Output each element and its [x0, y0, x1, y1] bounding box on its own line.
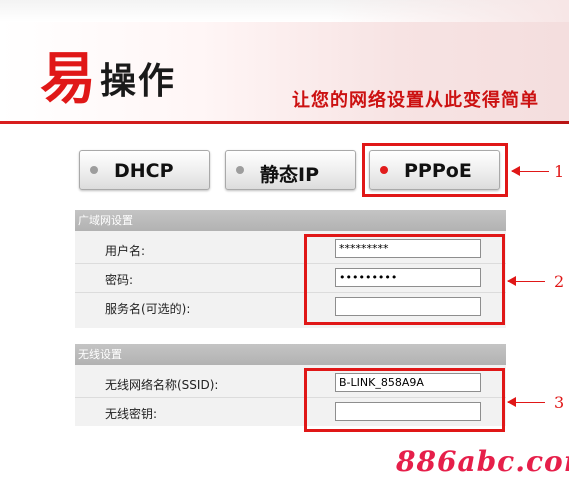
- callout-box-1: [362, 143, 508, 197]
- wireless-settings-title: 无线设置: [75, 344, 506, 365]
- password-label: 密码:: [105, 273, 134, 287]
- top-band-fade: [329, 0, 569, 22]
- dhcp-button-label: DHCP: [114, 160, 174, 182]
- radio-dot-icon: [236, 166, 244, 174]
- callout-number-2: 2: [554, 272, 565, 291]
- arrow-head-icon: [507, 397, 516, 407]
- arrow-head-icon: [507, 276, 516, 286]
- header-slogan: 让您的网络设置从此变得简单: [292, 90, 539, 111]
- callout-number-1: 1: [554, 162, 565, 181]
- ssid-label: 无线网络名称(SSID):: [105, 378, 219, 392]
- callout-arrow-2: [507, 276, 545, 286]
- static-ip-button[interactable]: 静态IP: [225, 150, 356, 190]
- username-label: 用户名:: [105, 244, 146, 258]
- callout-arrow-1: [511, 166, 549, 176]
- logo-yi: 易: [40, 47, 96, 112]
- static-ip-button-label: 静态IP: [260, 164, 319, 186]
- dhcp-button[interactable]: DHCP: [79, 150, 210, 190]
- service-name-label: 服务名(可选的):: [105, 302, 191, 316]
- wan-settings-title: 广域网设置: [75, 210, 506, 231]
- top-band: [0, 0, 569, 22]
- callout-box-3: [304, 368, 505, 432]
- arrow-head-icon: [511, 166, 520, 176]
- callout-number-3: 3: [554, 393, 565, 412]
- wireless-key-label: 无线密钥:: [105, 407, 158, 421]
- radio-dot-icon: [90, 166, 98, 174]
- callout-box-2: [304, 234, 505, 325]
- callout-arrow-3: [507, 397, 545, 407]
- logo-caozuo: 操作: [100, 61, 177, 102]
- watermark: 886abc.com: [396, 445, 569, 478]
- header-divider: [0, 121, 569, 124]
